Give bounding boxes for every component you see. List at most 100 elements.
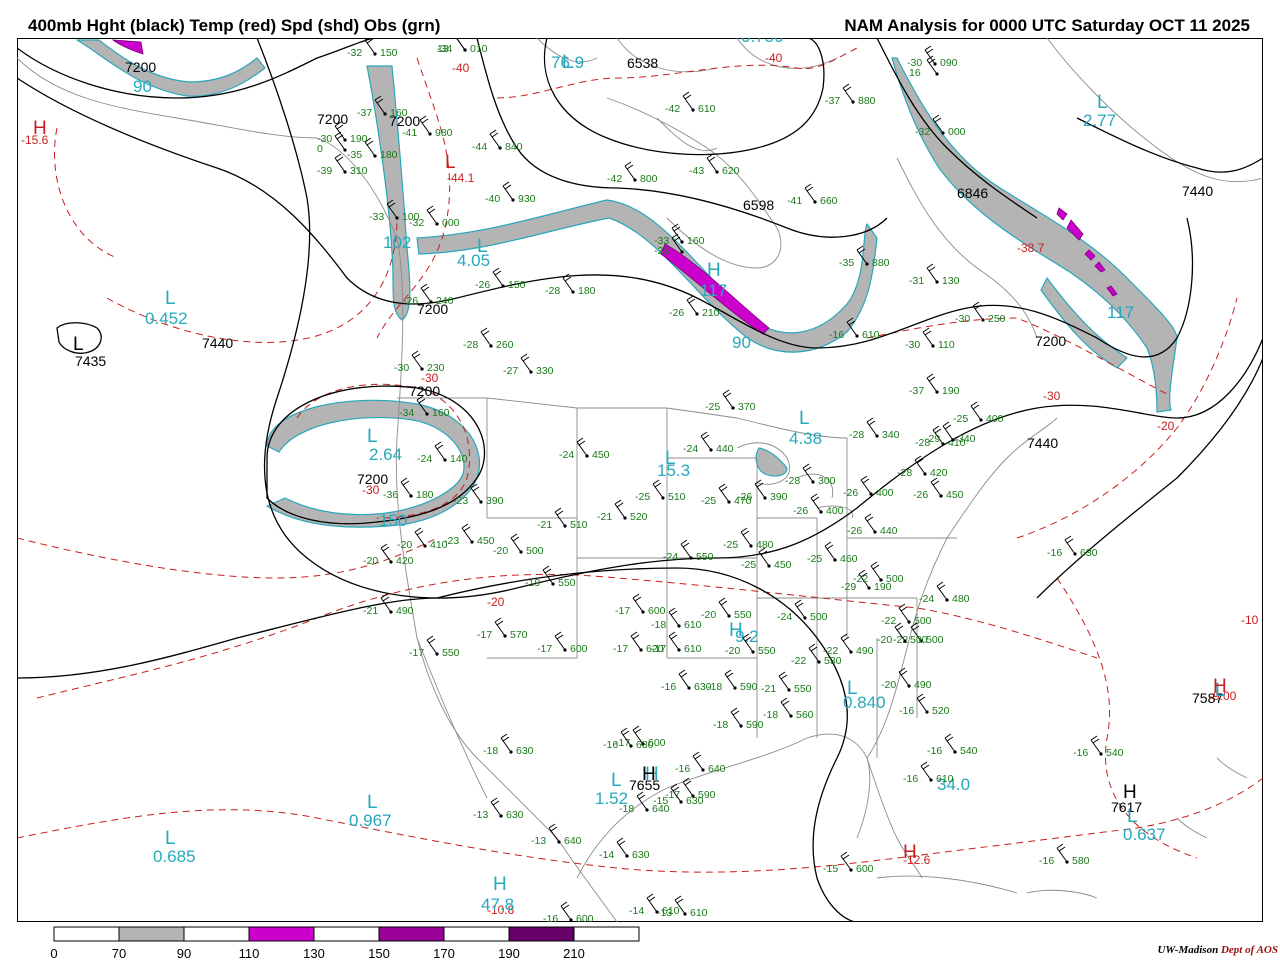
obs-height: 520 [932,705,950,717]
obs-height: 520 [630,511,648,523]
legend-swatch-110-130 [248,926,315,942]
high-center-marker: H [1123,782,1137,803]
obs-temperature: -41 [402,127,417,139]
height-label: 7200 [409,383,440,399]
low-center-marker: L [367,792,378,813]
obs-height: 390 [486,495,504,507]
temp-label: -38.7 [1017,241,1045,255]
low-center-marker: L [73,334,84,355]
obs-height: 800 [640,173,658,185]
obs-temperature: -24 [663,551,678,563]
obs-height: 630 [1080,547,1098,559]
credit-university: UW-Madison [1157,944,1219,956]
obs-temperature: 0 [317,143,323,155]
obs-height: 550 [696,551,714,563]
obs-height: 370 [738,401,756,413]
obs-height: 480 [952,593,970,605]
obs-height: 570 [510,629,528,641]
high-center-marker: H [642,764,656,785]
obs-temperature: -26 [843,487,858,499]
obs-height: 630 [506,809,524,821]
obs-height: 450 [592,449,610,461]
obs-temperature: -23 [453,495,468,507]
obs-height: 180 [416,489,434,501]
obs-height: 500 [914,615,932,627]
obs-temperature: -26 [847,525,862,537]
obs-height: 000 [948,126,966,138]
obs-temperature: -22 [853,573,868,585]
obs-height: 630 [632,849,650,861]
obs-temperature: -25 [705,401,720,413]
obs-temperature: -26 [669,307,684,319]
obs-temperature: -26 [475,279,490,291]
low-center-marker: L [1097,92,1108,113]
obs-temperature: 16 [909,67,921,79]
speed-label: 0.685 [153,847,196,866]
temp-label: -30 [1043,389,1061,403]
obs-temperature: -21 [597,511,612,523]
obs-temperature: -22 [881,615,896,627]
obs-temperature: -25 [953,413,968,425]
obs-temperature: -40 [485,193,500,205]
obs-temperature: -28 [785,475,800,487]
speed-label: 2.64 [369,445,402,464]
speed-label: 102 [383,233,411,252]
obs-height: 600 [856,863,874,875]
obs-temperature: -25 [701,495,716,507]
low-center-marker: L [165,828,176,849]
legend-color-bar [53,926,640,942]
obs-temperature: -24 [919,593,934,605]
low-center-marker: L [562,52,573,73]
obs-height: 930 [518,193,536,205]
legend-swatch-70-90 [118,926,185,942]
obs-temperature: -20 [701,609,716,621]
legend-tick: 110 [239,946,260,960]
obs-temperature: -18 [713,719,728,731]
obs-temperature: -26 [793,505,808,517]
obs-height: 300 [818,475,836,487]
wind-speed-legend: 0 70 90 110 130 150 170 190 210 [50,926,640,960]
obs-height: 540 [960,745,978,757]
obs-height: 530 [824,655,842,667]
obs-temperature: -34 [399,407,414,419]
obs-temperature: -16 [927,745,942,757]
obs-height: 450 [946,489,964,501]
obs-temperature: -16 [899,705,914,717]
obs-height: 550 [734,609,752,621]
analysis-time: NAM Analysis for 0000 UTC Saturday OCT 1… [844,16,1250,35]
height-label: 7200 [125,59,156,75]
obs-height: 560 [796,709,814,721]
obs-temperature: -16 [1039,855,1054,867]
obs-temperature: -23 [444,535,459,547]
obs-height: 620 [722,165,740,177]
temp-label: -40 [452,61,470,75]
obs-height: 550 [442,647,460,659]
obs-temperature: -19 [525,577,540,589]
low-center-marker: L [847,678,858,699]
temp-label: -30 [362,483,380,497]
obs-height: 880 [858,95,876,107]
obs-height: 490 [856,645,874,657]
height-label: 6538 [627,55,658,71]
obs-temperature: -35 [347,149,362,161]
obs-temperature: -18 [763,709,778,721]
obs-height: 660 [820,195,838,207]
obs-temperature: -17 [537,643,552,655]
obs-height: 500 [886,573,904,585]
obs-temperature: -21 [537,519,552,531]
obs-temperature: -43 [689,165,704,177]
obs-temperature: -18 [483,745,498,757]
obs-height: 440 [716,443,734,455]
high-center-marker: H [1213,676,1227,697]
obs-height: 340 [882,429,900,441]
obs-height: 630 [636,739,654,751]
obs-temperature: -24 [777,611,792,623]
obs-height: 190 [350,133,368,145]
legend-swatch-90-110 [183,926,250,942]
obs-height: 610 [862,329,880,341]
obs-height: 180 [578,285,596,297]
low-center-marker: L [665,448,676,469]
obs-temperature: -21 [363,605,378,617]
obs-height: 400 [986,413,1004,425]
height-label: 7440 [202,335,233,351]
